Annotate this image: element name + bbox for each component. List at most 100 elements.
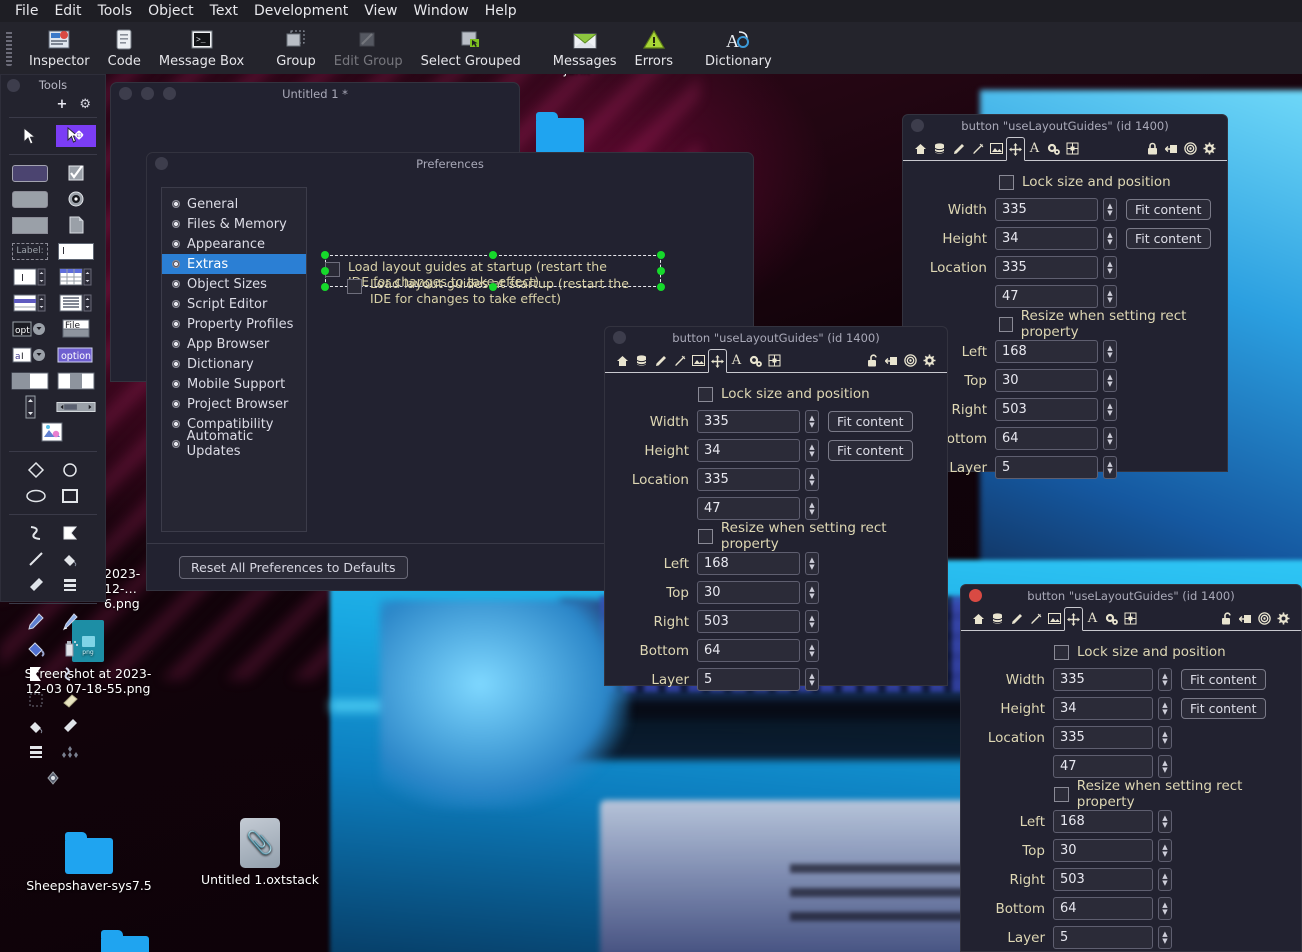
resize-rect-property-row[interactable]: Resize when setting rect property [903,308,1227,340]
location-x-stepper[interactable]: ▲ ▼ [1158,726,1172,749]
tool-plain-button[interactable] [10,214,50,236]
height-input[interactable]: 34 [1053,697,1153,720]
location-x-input[interactable]: 335 [697,468,800,491]
pref-category-extras[interactable]: Extras [162,254,306,274]
window-controls[interactable] [155,157,168,170]
lock-size-position-row[interactable]: Lock size and position [903,169,1227,195]
move-icon[interactable] [1006,137,1025,161]
move-icon[interactable] [1064,607,1083,631]
tool-combobox[interactable]: aI [10,344,50,366]
layer-input[interactable]: 5 [995,456,1098,479]
target-icon[interactable] [1181,139,1200,159]
export-icon[interactable] [1236,609,1255,629]
checkbox-box[interactable] [1054,644,1069,660]
resize-icon[interactable] [1121,609,1140,629]
fit-content-height-button[interactable]: Fit content [1126,228,1211,249]
tool-horizontal-scrollbar[interactable] [56,396,96,418]
pref-category-app-browser[interactable]: App Browser [162,334,306,354]
inspector-tabbar[interactable]: A [903,137,1227,161]
left-stepper[interactable]: ▲ ▼ [805,552,819,575]
close-dot[interactable] [119,87,132,100]
resize-icon[interactable] [1063,139,1082,159]
left-input[interactable]: 168 [1053,810,1153,833]
stack-icon[interactable] [930,139,949,159]
pref-category-mobile-support[interactable]: Mobile Support [162,374,306,394]
preferences-category-list[interactable]: General Files & Memory Appearance Extras… [161,187,307,532]
tool-field[interactable]: I [56,240,96,262]
selection-handle-bottom-center[interactable] [489,283,497,291]
location-y-stepper[interactable]: ▲ ▼ [1103,285,1117,308]
tool-imagebox[interactable] [33,422,73,444]
inspector-tabbar[interactable]: A [605,349,947,373]
top-stepper[interactable]: ▲ ▼ [1103,369,1117,392]
layer-stepper[interactable]: ▲ ▼ [805,668,819,691]
tool-target-point[interactable] [39,767,67,789]
gears-icon[interactable] [1102,609,1121,629]
magic-wand-icon[interactable] [670,351,689,371]
pref-category-script-editor[interactable]: Script Editor [162,294,306,314]
pref-category-files-memory[interactable]: Files & Memory [162,214,306,234]
tool-circle[interactable] [56,459,84,481]
bottom-input[interactable]: 64 [995,427,1098,450]
fit-content-width-button[interactable]: Fit content [1181,669,1266,690]
close-dot[interactable] [613,331,626,344]
width-stepper[interactable]: ▲ ▼ [1103,198,1117,221]
menu-development[interactable]: Development [246,2,356,20]
menu-view[interactable]: View [356,2,405,20]
menu-edit[interactable]: Edit [46,2,89,20]
right-stepper[interactable]: ▲ ▼ [1103,398,1117,421]
location-x-stepper[interactable]: ▲ ▼ [805,468,819,491]
image-icon[interactable] [987,139,1006,159]
width-input[interactable]: 335 [995,198,1098,221]
stack-icon[interactable] [988,609,1007,629]
tool-table[interactable] [56,266,96,288]
font-icon[interactable]: A [1025,139,1044,159]
fit-content-width-button[interactable]: Fit content [828,411,913,432]
gears-icon[interactable] [1044,139,1063,159]
reset-preferences-button[interactable]: Reset All Preferences to Defaults [179,556,408,579]
tool-pencil[interactable] [22,611,50,633]
selection-handle-bottom-right[interactable] [657,283,665,291]
menu-text[interactable]: Text [202,2,246,20]
selection-handle-middle-right[interactable] [657,267,665,275]
width-stepper[interactable]: ▲ ▼ [805,410,819,433]
location-x-input[interactable]: 335 [995,256,1098,279]
pref-category-project-browser[interactable]: Project Browser [162,394,306,414]
font-icon[interactable]: A [1083,609,1102,629]
pencil-icon[interactable] [651,351,670,371]
bottom-input[interactable]: 64 [697,639,800,662]
tool-paintbrush[interactable] [56,611,84,633]
inspector-panel-top-right[interactable]: button "useLayoutGuides" (id 1400) A Loc… [902,114,1228,479]
image-icon[interactable] [689,351,708,371]
target-icon[interactable] [1255,609,1274,629]
tool-pushbutton[interactable] [10,162,50,184]
toolbar-grip[interactable] [6,30,12,66]
gear-icon[interactable] [920,351,939,371]
menu-window[interactable]: Window [405,2,476,20]
toolbar-button-dictionary[interactable]: A Dictionary [696,24,781,72]
right-input[interactable]: 503 [697,610,800,633]
tool-eraser[interactable] [56,689,84,711]
toolbar-button-message-box[interactable]: >_ Message Box [150,24,253,72]
font-icon[interactable]: A [727,351,746,371]
height-input[interactable]: 34 [995,227,1098,250]
selection-handle-top-left[interactable] [321,251,329,259]
right-input[interactable]: 503 [1053,868,1153,891]
resize-rect-property-row[interactable]: Resize when setting rect property [605,520,947,552]
close-dot[interactable] [155,157,168,170]
left-input[interactable]: 168 [995,340,1098,363]
bottom-stepper[interactable]: ▲ ▼ [1103,427,1117,450]
magic-wand-icon[interactable] [968,139,987,159]
tool-lines2[interactable] [22,741,50,763]
checkbox-box[interactable] [347,279,362,294]
tool-brush-small[interactable] [22,574,50,596]
checkbox-load-layout-guides-b[interactable]: Load layout guides at startup (restart t… [347,276,635,306]
tool-card[interactable] [56,214,96,236]
checkbox-box[interactable] [1054,786,1069,802]
window-controls[interactable] [911,119,924,132]
tool-radiobutton[interactable] [56,188,96,210]
tool-bucket2[interactable] [22,715,50,737]
pref-category-general[interactable]: General [162,194,306,214]
unlock-icon[interactable] [1217,609,1236,629]
menu-help[interactable]: Help [477,2,525,20]
